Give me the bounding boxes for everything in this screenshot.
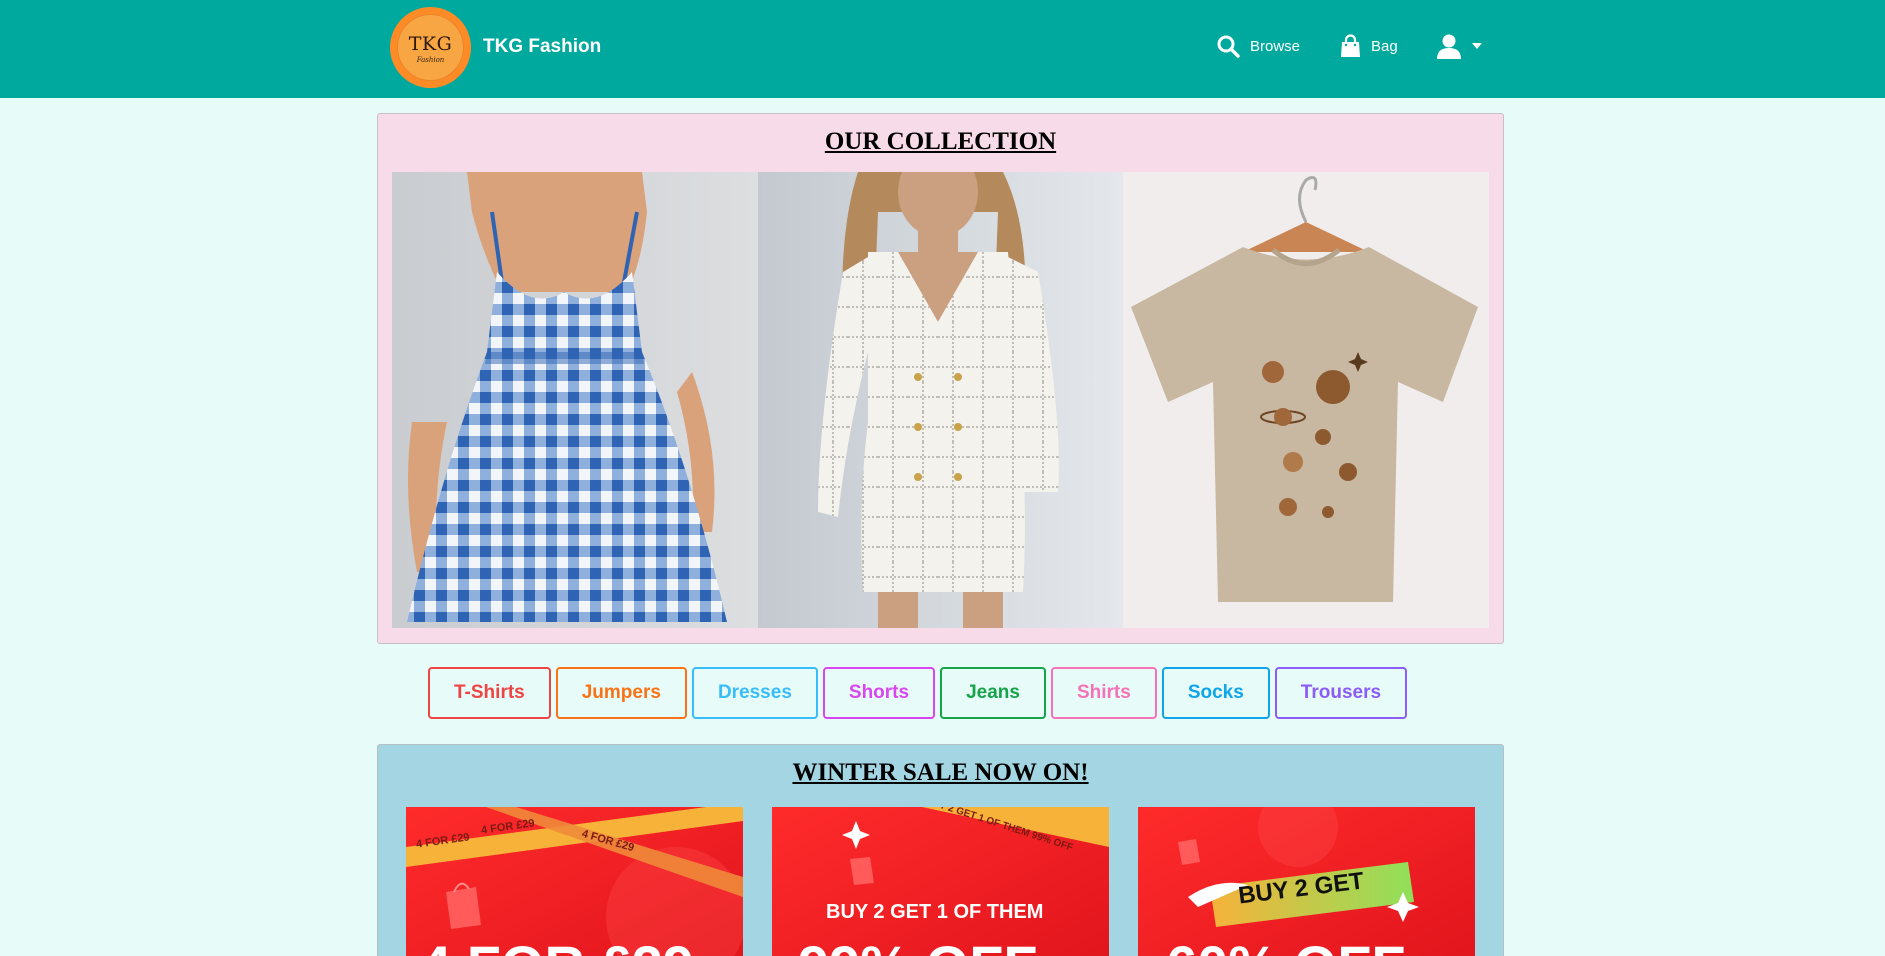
search-icon [1216, 34, 1240, 58]
collection-carousel [392, 172, 1489, 628]
sale-card-2-ribbon: BUY 2 GET 1 OF THEM 99% OFF [924, 807, 1075, 854]
category-tshirts-button[interactable]: T-Shirts [428, 667, 551, 719]
sale-cards: 4 FOR £29 4 FOR £29 4 FOR £29 4 FOR £29 … [406, 807, 1503, 956]
browse-link[interactable]: Browse [1216, 34, 1300, 58]
category-shirts-button[interactable]: Shirts [1050, 667, 1157, 719]
collection-image-planet-tshirt[interactable] [1123, 172, 1489, 628]
sale-section: WINTER SALE NOW ON! 4 FOR £29 4 FOR £29 … [377, 744, 1504, 956]
sale-card-buy2-99-off[interactable]: BUY 2 GET 1 OF THEM 99% OFF BUY 2 GET 1 … [772, 807, 1109, 956]
sale-card-1-ribbon-3: 4 FOR £29 [580, 827, 636, 855]
collection-title: OUR COLLECTION [824, 128, 1057, 155]
category-jeans-button[interactable]: Jeans [940, 667, 1046, 719]
category-trousers-button[interactable]: Trousers [1274, 667, 1408, 719]
chevron-down-icon [1472, 43, 1482, 49]
user-menu-toggle[interactable] [1436, 33, 1482, 59]
logo-text: TKG [408, 32, 453, 55]
nav-bag[interactable]: Bag [1340, 0, 1398, 92]
collection-image-tweed-dress[interactable] [757, 172, 1124, 628]
sale-card-3-tag: BUY 2 GET [1236, 867, 1366, 910]
sale-card-2-headline: 99% OFF [798, 933, 1038, 956]
logo: TKG Fashion [390, 6, 471, 88]
category-filter-bar: T-Shirts Jumpers Dresses Shorts Jeans Sh… [428, 667, 1412, 719]
sale-card-1-headline: 4 FOR £29 [420, 933, 694, 956]
browse-label: Browse [1250, 37, 1301, 55]
user-menu[interactable] [1436, 0, 1482, 92]
sale-card-buy2-60-off[interactable]: BUY 2 GET 60% OFF [1138, 807, 1475, 956]
navbar: TKG Fashion TKG Fashion Browse Bag [0, 0, 1885, 98]
sale-card-1-ribbon: 4 FOR £29 [415, 831, 471, 851]
sale-card-1-ribbon-2: 4 FOR £29 [480, 817, 536, 837]
brand-link[interactable]: TKG Fashion TKG Fashion [390, 6, 601, 88]
sale-title: WINTER SALE NOW ON! [792, 759, 1089, 786]
category-shorts-button[interactable]: Shorts [822, 667, 936, 719]
logo-subtext: Fashion [416, 55, 445, 64]
shopping-bag-icon [1340, 34, 1361, 58]
user-icon [1436, 33, 1462, 59]
bag-link[interactable]: Bag [1340, 34, 1398, 58]
nav-browse[interactable]: Browse [1216, 0, 1300, 92]
sale-card-4-for-29[interactable]: 4 FOR £29 4 FOR £29 4 FOR £29 4 FOR £29 [406, 807, 743, 956]
brand-name: TKG Fashion [483, 36, 602, 57]
category-socks-button[interactable]: Socks [1161, 667, 1270, 719]
collection-section: OUR COLLECTION [377, 113, 1504, 644]
bag-label: Bag [1371, 37, 1398, 55]
category-jumpers-button[interactable]: Jumpers [555, 667, 687, 719]
sale-card-2-subline: BUY 2 GET 1 OF THEM [826, 901, 1044, 923]
collection-image-gingham-dress[interactable] [392, 172, 758, 628]
category-dresses-button[interactable]: Dresses [691, 667, 818, 719]
sale-card-3-headline: 60% OFF [1166, 933, 1406, 956]
